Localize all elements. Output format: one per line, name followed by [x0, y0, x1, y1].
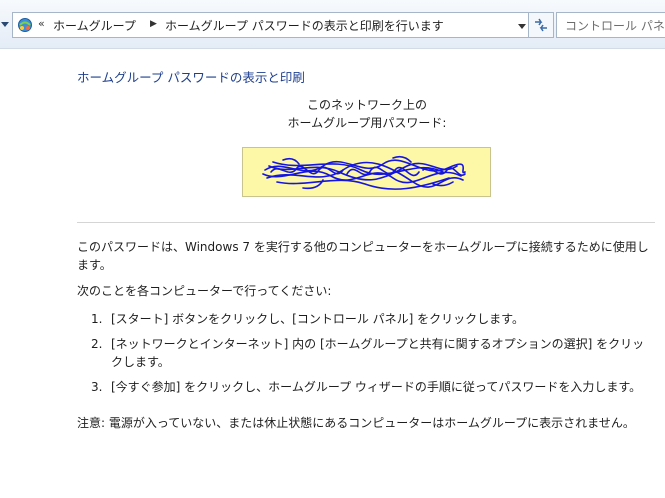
password-label: このネットワーク上の ホームグループ用パスワード:: [240, 96, 494, 132]
breadcrumb-current-page[interactable]: ホームグループ パスワードの表示と印刷を行います: [165, 17, 444, 34]
step-1-text: [スタート] ボタンをクリックし、[コントロール パネル] をクリックします。: [111, 312, 524, 326]
password-display: [242, 147, 491, 197]
step-2-number: 2.: [91, 337, 103, 351]
password-label-line1: このネットワーク上の: [306, 98, 427, 112]
divider: [77, 222, 655, 223]
chevron-right-icon[interactable]: ▶: [150, 19, 157, 29]
step-3-text: [今すぐ参加] をクリックし、ホームグループ ウィザードの手順に従ってパスワード…: [111, 380, 642, 394]
step-3-number: 3.: [91, 380, 103, 394]
password-label-line2: ホームグループ用パスワード:: [287, 116, 447, 130]
note-text: 注意: 電源が入っていない、または休止状態にあるコンピューターはホームグループに…: [77, 416, 635, 430]
dropdown-arrow-icon[interactable]: [518, 24, 526, 29]
search-placeholder: コントロール パネル: [565, 19, 665, 33]
refresh-icon: [535, 18, 547, 32]
recent-pages-caret-icon[interactable]: [1, 22, 9, 27]
step-1-number: 1.: [91, 312, 103, 326]
page-title: ホームグループ パスワードの表示と印刷: [77, 70, 305, 85]
breadcrumb-homegroup[interactable]: ホームグループ: [53, 17, 136, 34]
overflow-chevron-icon[interactable]: «: [38, 17, 45, 30]
homegroup-icon: [18, 18, 32, 32]
description-text: このパスワードは、Windows 7 を実行する他のコンピューターをホームグルー…: [77, 240, 649, 272]
refresh-button[interactable]: [528, 12, 554, 38]
instruction-text: 次のことを各コンピューターで行ってください:: [77, 284, 332, 298]
breadcrumb[interactable]: « ホームグループ ▶ ホームグループ パスワードの表示と印刷を行います: [12, 12, 542, 38]
address-bar: « ホームグループ ▶ ホームグループ パスワードの表示と印刷を行います コント…: [0, 0, 665, 49]
step-2-text: [ネットワークとインターネット] 内の [ホームグループと共有に関するオプション…: [111, 337, 645, 369]
search-input[interactable]: コントロール パネル: [556, 12, 665, 38]
password-redaction-scribble: [262, 155, 466, 190]
